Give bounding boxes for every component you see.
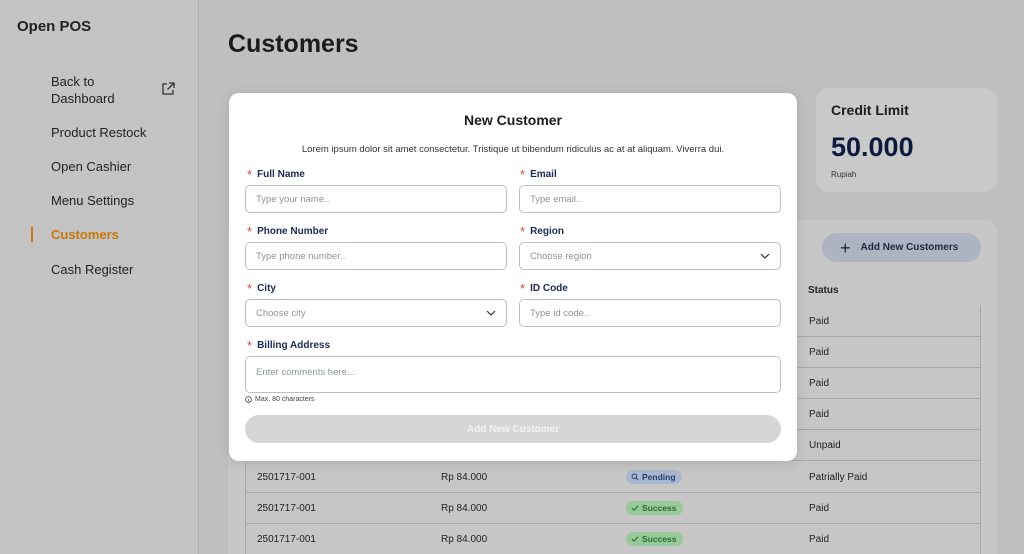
status-cell: Paid — [809, 378, 830, 389]
full-name-label-text: Full Name — [257, 169, 305, 180]
add-new-customers-label: Add New Customers — [860, 242, 959, 253]
status-cell: Paid — [809, 347, 830, 358]
check-icon — [631, 505, 639, 511]
full-name-input[interactable] — [245, 185, 507, 213]
id-cell: 2501717-001 — [257, 503, 316, 514]
credit-limit-card: Credit Limit 50.000 Rupiah — [816, 88, 997, 192]
email-label-text: Email — [530, 169, 557, 180]
city-placeholder: Choose city — [256, 307, 306, 319]
required-icon: * — [520, 280, 526, 296]
city-label: * City — [247, 280, 276, 296]
character-limit-hint: Max. 80 characters — [245, 396, 315, 403]
stat-value: 50.000 — [831, 132, 914, 162]
billing-address-label: * Billing Address — [247, 337, 331, 353]
plus-icon: + — [840, 237, 851, 258]
city-label-text: City — [257, 283, 276, 294]
status-cell: Patrially Paid — [809, 472, 868, 483]
amount-cell: Rp 84.000 — [441, 472, 488, 483]
status-cell: Paid — [809, 409, 830, 420]
active-indicator — [31, 227, 33, 242]
phone-number-label: * Phone Number — [247, 223, 329, 239]
app-title: Open POS — [17, 18, 92, 35]
sidebar-item-cash-register[interactable]: Cash Register — [51, 261, 133, 278]
region-label-text: Region — [530, 226, 564, 237]
sidebar-item-back-to-dashboard[interactable]: Back to Dashboard — [51, 73, 115, 107]
info-icon — [245, 396, 252, 403]
required-icon: * — [247, 223, 253, 239]
page-title: Customers — [228, 30, 359, 58]
amount-cell: Rp 84.000 — [441, 534, 488, 545]
badge-label: Success — [642, 503, 677, 513]
search-icon — [631, 473, 639, 481]
email-label: * Email — [520, 166, 557, 182]
full-name-label: * Full Name — [247, 166, 305, 182]
badge-label: Pending — [642, 472, 676, 482]
status-cell: Paid — [809, 316, 830, 327]
stat-unit: Rupiah — [831, 170, 857, 179]
status-cell: Paid — [809, 534, 830, 545]
id-code-label-text: ID Code — [530, 283, 568, 294]
table-row[interactable]: 2501717-001 Rp 84.000 Success Paid — [245, 524, 981, 554]
status-header: Status — [808, 285, 839, 296]
sidebar-item-product-restock[interactable]: Product Restock — [51, 124, 146, 141]
amount-cell: Rp 84.000 — [441, 503, 488, 514]
badge-label: Success — [642, 534, 677, 544]
sidebar-item-open-cashier[interactable]: Open Cashier — [51, 158, 131, 175]
required-icon: * — [520, 166, 526, 182]
sidebar: Open POS Back to Dashboard Product Resto… — [0, 0, 199, 554]
table-row[interactable]: 2501717-001 Rp 84.000 Pending Patrially … — [245, 462, 981, 493]
modal-title: New Customer — [463, 112, 563, 128]
modal-description: Lorem ipsum dolor sit amet consectetur. … — [301, 144, 725, 155]
region-label: * Region — [520, 223, 564, 239]
chevron-down-icon — [486, 310, 496, 316]
billing-address-label-text: Billing Address — [257, 340, 331, 351]
id-cell: 2501717-001 — [257, 534, 316, 545]
billing-address-textarea[interactable] — [245, 356, 781, 393]
required-icon: * — [520, 223, 526, 239]
required-icon: * — [247, 337, 253, 353]
region-placeholder: Choose region — [530, 250, 592, 262]
check-icon — [631, 536, 639, 542]
required-icon: * — [247, 166, 253, 182]
new-customer-modal: New Customer Lorem ipsum dolor sit amet … — [229, 93, 797, 461]
status-cell: Paid — [809, 503, 830, 514]
sidebar-item-label-line2: Dashboard — [51, 91, 115, 106]
region-select[interactable]: Choose region — [519, 242, 781, 270]
email-input[interactable] — [519, 185, 781, 213]
external-link-icon[interactable] — [160, 81, 176, 97]
hint-text: Max. 80 characters — [255, 396, 315, 403]
phone-number-input[interactable] — [245, 242, 507, 270]
add-new-customers-button[interactable]: + Add New Customers — [822, 233, 981, 262]
add-new-customer-button[interactable]: Add New Customer — [245, 415, 781, 443]
id-code-input[interactable] — [519, 299, 781, 327]
status-cell: Unpaid — [809, 440, 841, 451]
sidebar-item-menu-settings[interactable]: Menu Settings — [51, 192, 134, 209]
sidebar-item-customers[interactable]: Customers — [51, 226, 119, 243]
chevron-down-icon — [760, 253, 770, 259]
city-select[interactable]: Choose city — [245, 299, 507, 327]
table-row[interactable]: 2501717-001 Rp 84.000 Success Paid — [245, 493, 981, 524]
phone-number-label-text: Phone Number — [257, 226, 329, 237]
id-cell: 2501717-001 — [257, 472, 316, 483]
status-badge: Success — [626, 501, 683, 515]
sidebar-item-label-line1: Back to — [51, 74, 95, 89]
status-badge: Pending — [626, 470, 682, 484]
required-icon: * — [247, 280, 253, 296]
stat-label: Credit Limit — [831, 102, 909, 118]
id-code-label: * ID Code — [520, 280, 568, 296]
status-badge: Success — [626, 532, 683, 546]
